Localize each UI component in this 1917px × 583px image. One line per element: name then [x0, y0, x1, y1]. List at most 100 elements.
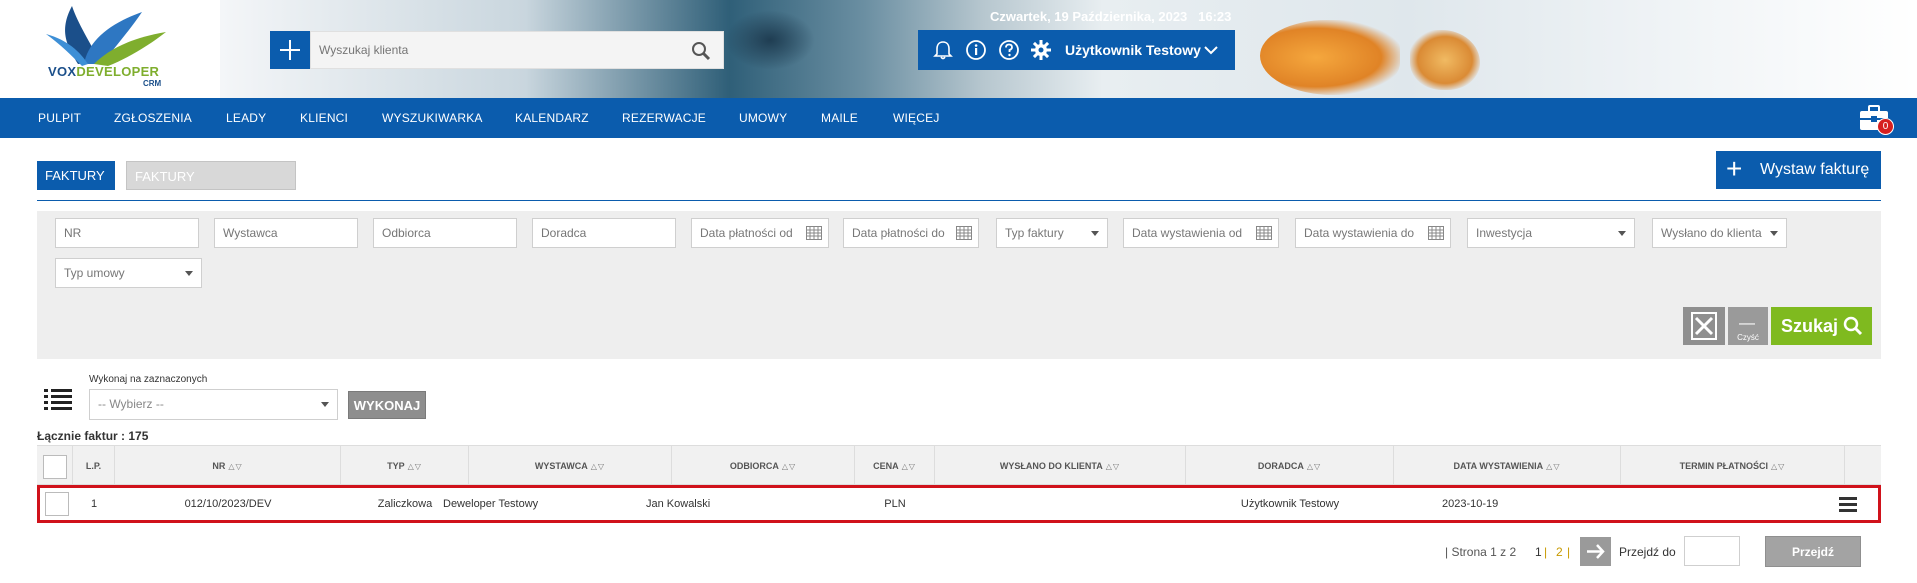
header-cena[interactable]: CENA △▽ — [855, 446, 935, 486]
issue-invoice-button[interactable]: + Wystaw fakturę — [1716, 151, 1881, 189]
bell-icon[interactable] — [932, 39, 954, 61]
filter-investment[interactable]: Inwestycja — [1467, 218, 1635, 248]
sort-icon[interactable]: △▽ — [1546, 462, 1560, 471]
export-excel-button[interactable] — [1683, 307, 1725, 345]
chevron-down-icon[interactable] — [1203, 42, 1219, 58]
user-name[interactable]: Użytkownik Testowy — [1065, 42, 1201, 58]
bulk-action-select[interactable]: -- Wybierz -- — [89, 389, 338, 420]
header-typ[interactable]: TYP △▽ — [341, 446, 469, 486]
nav-item-wiecej[interactable]: WIĘCEJ — [893, 111, 940, 125]
caret-down-icon — [1770, 231, 1778, 236]
nav-item-maile[interactable]: MAILE — [821, 111, 858, 125]
help-icon[interactable] — [998, 39, 1020, 61]
page-link-1[interactable]: 1 — [1535, 545, 1542, 559]
filter-issue-date-to-label: Data wystawienia do — [1304, 226, 1415, 240]
nav-item-umowy[interactable]: UMOWY — [739, 111, 787, 125]
cell-cena: PLN — [884, 498, 906, 510]
add-client-button[interactable] — [270, 31, 310, 69]
minus-icon: — — [1739, 315, 1755, 332]
app-header: VOXDEVELOPER CRM Czwartek, 19 Październi… — [0, 0, 1917, 98]
sort-icon[interactable]: △▽ — [228, 462, 242, 471]
calendar-icon[interactable] — [956, 226, 972, 240]
calendar-icon[interactable] — [1256, 226, 1272, 240]
header-typ-label: TYP — [387, 461, 405, 471]
header-data-wystawienia[interactable]: DATA WYSTAWIENIA △▽ — [1394, 446, 1621, 486]
sort-icon[interactable]: △▽ — [782, 462, 796, 471]
nav-item-klienci[interactable]: KLIENCI — [300, 111, 348, 125]
filter-issue-date-to[interactable]: Data wystawienia do — [1295, 218, 1451, 248]
search-button-label: Szukaj — [1781, 316, 1839, 336]
header-odbiorca[interactable]: ODBIORCA △▽ — [672, 446, 855, 486]
header-lp-label: L.P. — [85, 461, 102, 471]
sort-icon[interactable]: △▽ — [591, 462, 605, 471]
goto-page-button[interactable]: Przejdź — [1765, 536, 1861, 567]
filter-wystawca[interactable] — [214, 218, 358, 248]
calendar-icon[interactable] — [1428, 226, 1444, 240]
bulk-action-label: Wykonaj na zaznaczonych — [89, 374, 208, 385]
cell-nr: 012/10/2023/DEV — [184, 498, 272, 510]
sort-icon[interactable]: △▽ — [902, 462, 916, 471]
header-nr-label: NR — [212, 461, 226, 471]
filter-invoice-type[interactable]: Typ faktury — [996, 218, 1108, 248]
nav-item-wyszukiwarka[interactable]: WYSZUKIWARKA — [382, 111, 483, 125]
nav-item-zgloszenia[interactable]: ZGŁOSZENIA — [114, 111, 192, 125]
filter-issue-date-from[interactable]: Data wystawienia od — [1123, 218, 1279, 248]
select-all-checkbox[interactable] — [43, 455, 67, 479]
gear-icon[interactable] — [1030, 39, 1052, 61]
search-button[interactable]: Szukaj — [1771, 307, 1872, 345]
logo-crm: CRM — [143, 79, 162, 88]
list-icon[interactable] — [44, 387, 72, 411]
logo-text-developer: DEVELOPER — [76, 64, 160, 79]
issue-invoice-label: Wystaw fakturę — [1760, 161, 1870, 178]
page-separator: | — [1544, 545, 1548, 559]
table-row[interactable]: 1 012/10/2023/DEV Zaliczkowa Deweloper T… — [37, 485, 1881, 523]
page-link-2[interactable]: 2 — [1556, 545, 1563, 559]
info-icon[interactable] — [965, 39, 987, 61]
sort-icon[interactable]: △▽ — [1307, 462, 1321, 471]
invoice-total-count: Łącznie faktur : 175 — [37, 429, 149, 443]
header-wyslano[interactable]: WYSŁANO DO KLIENTA △▽ — [935, 446, 1186, 486]
cell-lp: 1 — [90, 498, 98, 510]
search-icon[interactable] — [691, 41, 711, 61]
clear-filters-button[interactable]: — Czyść — [1728, 307, 1768, 345]
filter-doradca[interactable] — [532, 218, 676, 248]
sort-icon[interactable]: △▽ — [1771, 462, 1785, 471]
header-wystawca[interactable]: WYSTAWCA △▽ — [469, 446, 672, 486]
header-data-wystawienia-label: DATA WYSTAWIENIA — [1453, 461, 1544, 471]
filter-contract-type[interactable]: Typ umowy — [55, 258, 202, 288]
header-nr[interactable]: NR △▽ — [115, 446, 341, 486]
next-page-button[interactable] — [1580, 537, 1611, 566]
execute-button[interactable]: WYKONAJ — [348, 391, 426, 419]
search-input[interactable] — [311, 32, 671, 68]
calendar-icon[interactable] — [806, 226, 822, 240]
tab-faktury[interactable]: FAKTURY — [37, 161, 115, 190]
tab-faktury-korygujace[interactable]: FAKTURY KORYGUJĄCE — [126, 161, 296, 213]
filter-issue-date-from-label: Data wystawienia od — [1132, 226, 1243, 240]
sort-icon[interactable]: △▽ — [1106, 462, 1120, 471]
filter-nr[interactable] — [55, 218, 199, 248]
client-search — [310, 31, 724, 69]
clear-filters-label: Czyść — [1737, 333, 1759, 342]
row-checkbox[interactable] — [45, 492, 69, 516]
sort-icon[interactable]: △▽ — [408, 462, 422, 471]
nav-item-rezerwacje[interactable]: REZERWACJE — [622, 111, 706, 125]
nav-item-kalendarz[interactable]: KALENDARZ — [515, 111, 589, 125]
header-lp[interactable]: L.P. — [73, 446, 115, 486]
nav-item-leady[interactable]: LEADY — [226, 111, 266, 125]
filter-payment-date-from[interactable]: Data płatności od — [691, 218, 829, 248]
goto-page-label: Przejdź do — [1619, 545, 1676, 559]
filter-odbiorca[interactable] — [373, 218, 517, 248]
header-doradca[interactable]: DORADCA △▽ — [1186, 446, 1394, 486]
hamburger-menu-icon[interactable] — [1839, 496, 1857, 512]
header-wyslano-label: WYSŁANO DO KLIENTA — [999, 461, 1103, 471]
cell-wyslano — [935, 488, 1186, 520]
filter-payment-date-to[interactable]: Data płatności do — [843, 218, 979, 248]
banner-goldfish-tail — [1410, 30, 1480, 90]
filter-sent-to-client[interactable]: Wysłano do klienta — [1652, 218, 1787, 248]
goto-page-input[interactable] — [1684, 536, 1740, 566]
filter-payment-date-from-label: Data płatności od — [700, 226, 793, 240]
header-odbiorca-label: ODBIORCA — [729, 461, 779, 471]
header-termin-platnosci[interactable]: TERMIN PŁATNOŚCI △▽ — [1621, 446, 1845, 486]
nav-item-pulpit[interactable]: PULPIT — [38, 111, 81, 125]
caret-down-icon — [185, 271, 193, 276]
